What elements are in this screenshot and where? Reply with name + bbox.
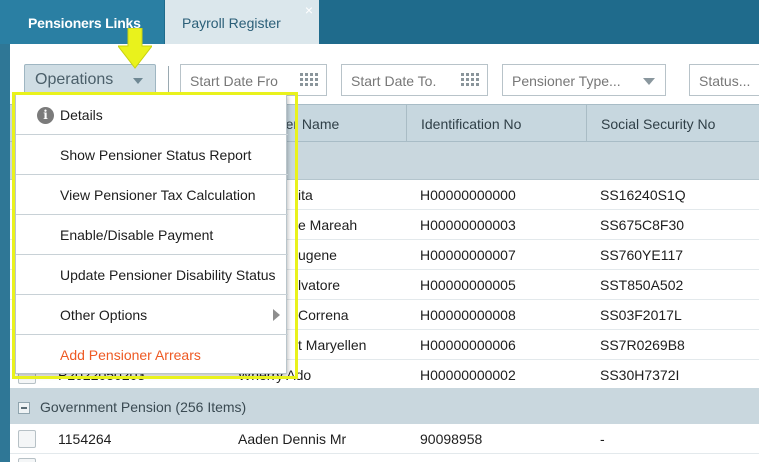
start-date-to-placeholder: Start Date To. <box>351 73 437 89</box>
pensioner-type-select[interactable]: Pensioner Type... <box>502 64 666 96</box>
cell-social-security-no: SS760YE117 <box>600 247 684 263</box>
group-row-government-pension[interactable]: Government Pension (256 Items) <box>10 388 759 426</box>
highlight-box <box>12 92 298 379</box>
collapse-group-icon[interactable] <box>18 402 30 414</box>
row-checkbox[interactable] <box>18 430 36 448</box>
cell-identification-no: H00000000005 <box>420 277 516 293</box>
close-tab-icon[interactable]: × <box>305 0 313 33</box>
cell-identification-no: H00000000008 <box>420 307 516 323</box>
tab-payroll-register-label: Payroll Register <box>182 15 281 31</box>
cell-pensioner-name: Correna <box>298 307 349 323</box>
cell-social-security-no: SST850A502 <box>600 277 684 293</box>
highlight-arrow-icon <box>118 28 152 69</box>
cell-identification-no: H00000000002 <box>420 367 516 383</box>
cell-identification-no: H00000000006 <box>420 337 516 353</box>
calendar-icon[interactable] <box>300 73 320 88</box>
group-label: Government Pension (256 Items) <box>40 399 247 415</box>
cell-social-security-no: - <box>600 431 605 447</box>
start-date-from-placeholder: Start Date Fro <box>190 73 278 89</box>
cell-social-security-no: SS03F2017L <box>600 307 682 323</box>
column-header-label: Identification No <box>421 116 522 132</box>
chevron-down-icon <box>133 78 143 84</box>
cell-pensioner-name: ugene <box>298 247 337 263</box>
cell-pensioner-name: Aaden Dennis Mr <box>238 431 347 447</box>
tab-payroll-register[interactable]: Payroll Register × <box>165 0 319 44</box>
row-checkbox[interactable] <box>18 458 36 462</box>
cell-social-security-no: SS7R0269B8 <box>600 337 685 353</box>
top-tab-bar: Pensioners Links Payroll Register × <box>0 0 759 44</box>
table-row[interactable]: 1154264 Aaden Dennis Mr 90098958 - <box>10 424 759 454</box>
cell-identification-no: H00000000003 <box>420 217 516 233</box>
status-placeholder: Status... <box>699 73 751 89</box>
table-row-partial <box>10 454 759 462</box>
cell-pensioner-id: 1154264 <box>58 431 112 447</box>
left-side-bar <box>0 44 10 462</box>
column-header-social-security-no[interactable]: Social Security No <box>586 105 759 143</box>
cell-pensioner-name: t Maryellen <box>298 337 367 353</box>
column-header-identification-no[interactable]: Identification No <box>406 105 586 143</box>
status-select[interactable]: Status... <box>689 64 759 96</box>
cell-social-security-no: SS30H7372I <box>600 367 680 383</box>
cell-identification-no: 90098958 <box>420 431 483 447</box>
toolbar-divider <box>168 66 169 94</box>
calendar-icon[interactable] <box>461 73 481 88</box>
cell-social-security-no: SS675C8F30 <box>600 217 685 233</box>
operations-label: Operations <box>35 71 114 88</box>
start-date-to-field[interactable]: Start Date To. <box>341 64 488 96</box>
cell-pensioner-name: ita <box>298 187 313 203</box>
cell-pensioner-name: lvatore <box>298 277 341 293</box>
column-header-label: Social Security No <box>601 116 716 132</box>
chevron-down-icon <box>643 78 655 85</box>
cell-pensioner-name: e Mareah <box>298 217 358 233</box>
pensioner-type-placeholder: Pensioner Type... <box>512 73 621 89</box>
cell-social-security-no: SS16240S1Q <box>600 187 686 203</box>
cell-identification-no: H00000000000 <box>420 187 516 203</box>
cell-identification-no: H00000000007 <box>420 247 516 263</box>
